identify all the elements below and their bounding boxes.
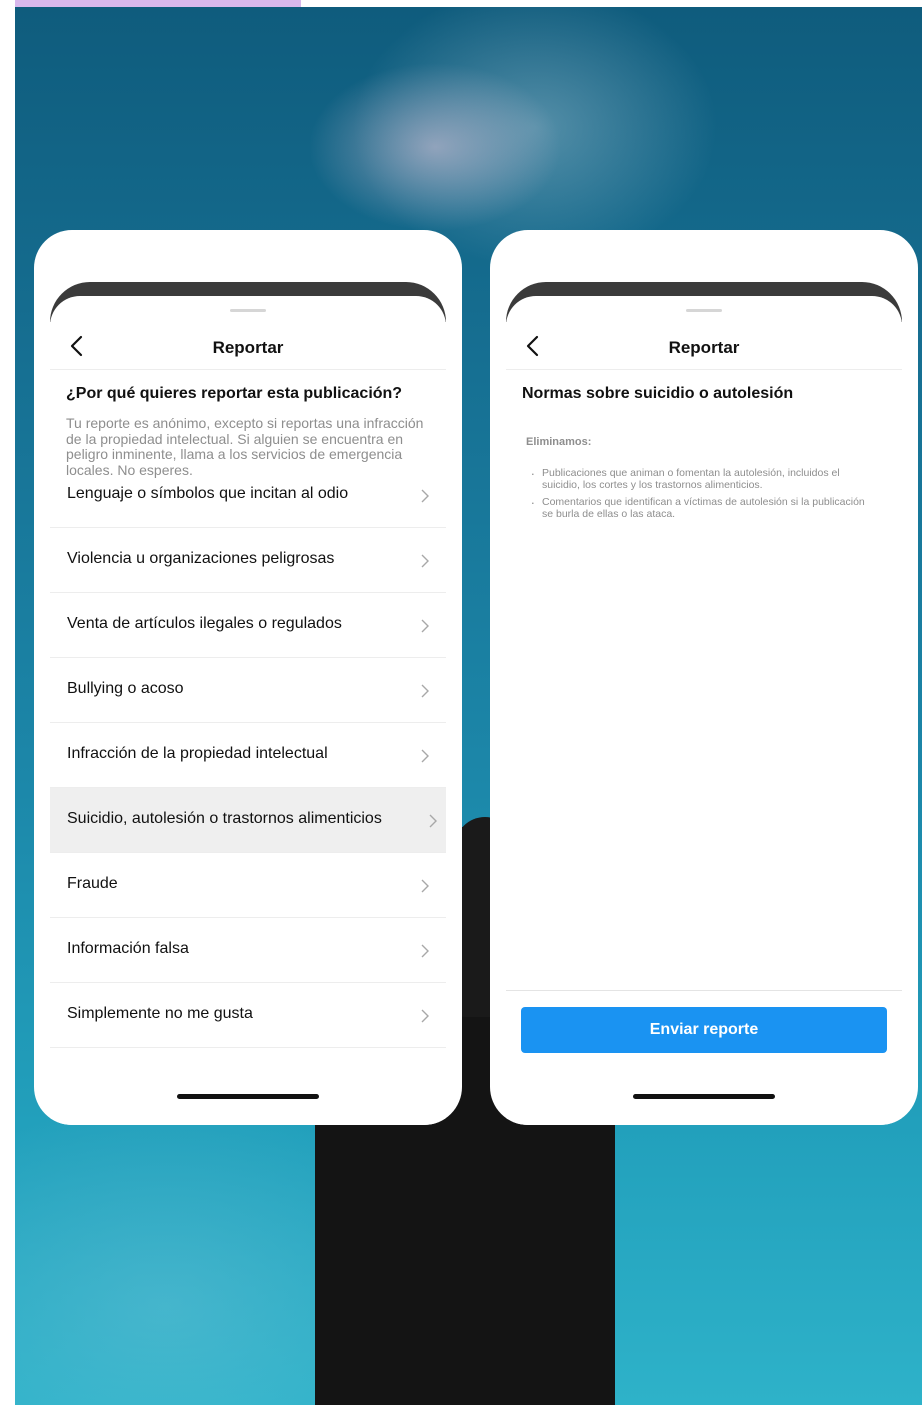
option-false-information[interactable]: Información falsa bbox=[50, 918, 446, 983]
sheet-header: Reportar bbox=[50, 331, 446, 370]
option-label: Lenguaje o símbolos que incitan al odio bbox=[67, 485, 349, 502]
policy-bullet: Publicaciones que animan o fomentan la a… bbox=[524, 465, 872, 491]
option-bullying[interactable]: Bullying o acoso bbox=[50, 658, 446, 723]
option-label: Suicidio, autolesión o trastornos alimen… bbox=[67, 810, 382, 827]
home-indicator[interactable] bbox=[177, 1094, 319, 1099]
option-label: Venta de artículos ilegales o regulados bbox=[67, 615, 342, 632]
policy-bullets: Publicaciones que animan o fomentan la a… bbox=[524, 465, 872, 526]
removal-label: Eliminamos: bbox=[526, 436, 592, 448]
option-illegal-sales[interactable]: Venta de artículos ilegales o regulados bbox=[50, 593, 446, 658]
chevron-right-icon bbox=[421, 1009, 429, 1023]
chevron-right-icon bbox=[429, 814, 437, 828]
option-ip-infringement[interactable]: Infracción de la propiedad intelectual bbox=[50, 723, 446, 788]
option-fraud[interactable]: Fraude bbox=[50, 853, 446, 918]
option-label: Violencia u organizaciones peligrosas bbox=[67, 550, 335, 567]
report-question: ¿Por qué quieres reportar esta publicaci… bbox=[66, 385, 403, 402]
option-violence[interactable]: Violencia u organizaciones peligrosas bbox=[50, 528, 446, 593]
sheet-grabber[interactable] bbox=[230, 309, 266, 312]
policy-title: Normas sobre suicidio o autolesión bbox=[522, 385, 794, 402]
footer-divider bbox=[506, 990, 902, 991]
sheet-header: Reportar bbox=[506, 331, 902, 370]
right-phone-screen: Reportar Normas sobre suicidio o autoles… bbox=[490, 230, 918, 1125]
option-self-harm[interactable]: Suicidio, autolesión o trastornos alimen… bbox=[50, 788, 446, 853]
report-sheet: Reportar ¿Por qué quieres reportar esta … bbox=[50, 296, 446, 1125]
option-label: Simplemente no me gusta bbox=[67, 1005, 253, 1022]
option-dont-like[interactable]: Simplemente no me gusta bbox=[50, 983, 446, 1048]
chevron-right-icon bbox=[421, 684, 429, 698]
page-title: Reportar bbox=[212, 338, 284, 357]
report-options-list: Lenguaje o símbolos que incitan al odio … bbox=[50, 479, 446, 1048]
option-label: Infracción de la propiedad intelectual bbox=[67, 745, 328, 762]
chevron-right-icon bbox=[421, 554, 429, 568]
policy-sheet: Reportar Normas sobre suicidio o autoles… bbox=[506, 296, 902, 1125]
option-hate-speech[interactable]: Lenguaje o símbolos que incitan al odio bbox=[50, 479, 446, 528]
chevron-right-icon bbox=[421, 619, 429, 633]
report-intro: Tu reporte es anónimo, excepto si report… bbox=[66, 415, 424, 478]
option-label: Información falsa bbox=[67, 940, 189, 957]
page-title: Reportar bbox=[668, 338, 740, 357]
chevron-right-icon bbox=[421, 749, 429, 763]
left-phone-screen: Reportar ¿Por qué quieres reportar esta … bbox=[34, 230, 462, 1125]
sheet-grabber[interactable] bbox=[686, 309, 722, 312]
option-label: Fraude bbox=[67, 875, 118, 892]
option-label: Bullying o acoso bbox=[67, 680, 184, 697]
home-indicator[interactable] bbox=[633, 1094, 775, 1099]
send-report-button[interactable]: Enviar reporte bbox=[521, 1007, 887, 1053]
chevron-right-icon bbox=[421, 879, 429, 893]
chevron-right-icon bbox=[421, 944, 429, 958]
policy-bullet: Comentarios que identifican a víctimas d… bbox=[524, 494, 872, 520]
chevron-right-icon bbox=[421, 489, 429, 503]
